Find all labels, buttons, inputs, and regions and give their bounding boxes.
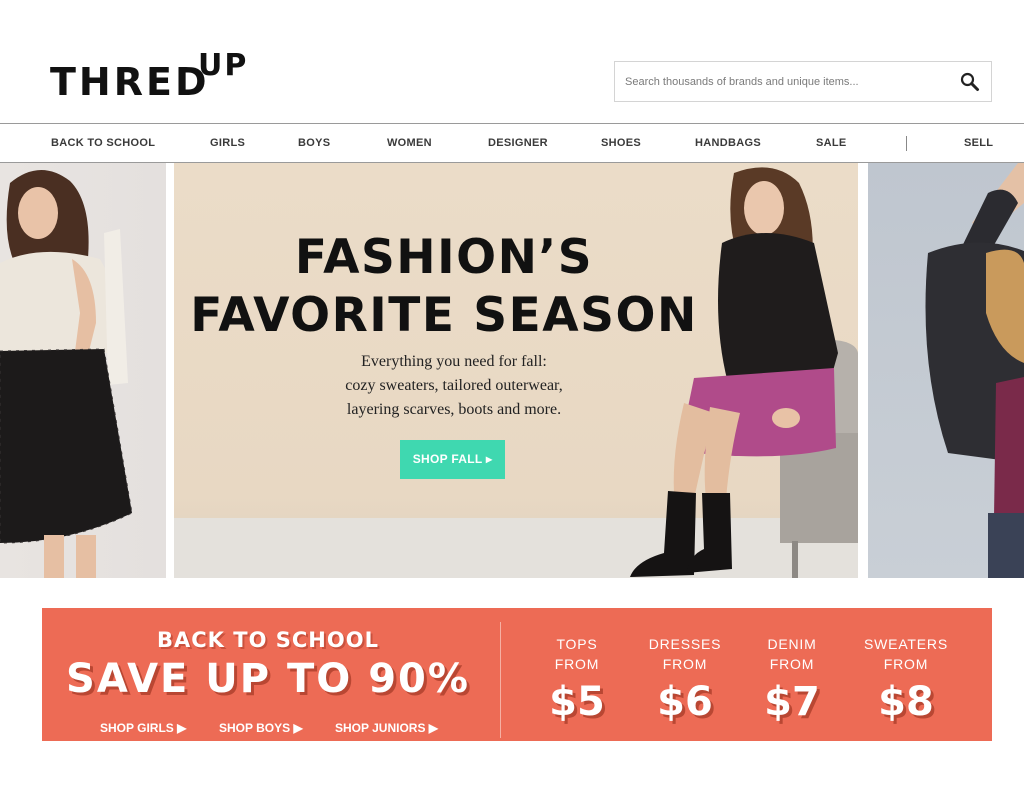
nav-designer[interactable]: DESIGNER [488, 137, 548, 149]
category-from: FROM [883, 656, 929, 672]
nav-divider [906, 136, 907, 151]
logo-wordmark: THRED [50, 60, 210, 104]
nav-women[interactable]: WOMEN [387, 137, 432, 149]
search-bar [614, 61, 992, 102]
model-right-photo [925, 163, 1024, 578]
nav-sell[interactable]: SELL [964, 137, 993, 149]
hero-subtitle-line-2: cozy sweaters, tailored outerwear, [345, 377, 563, 394]
category-price: $6 [657, 679, 713, 725]
category-from: FROM [769, 656, 815, 672]
nav-sale[interactable]: SALE [816, 137, 847, 149]
promo-kicker: BACK TO SCHOOL [157, 628, 379, 652]
promo-denim[interactable]: DENIM FROM $7 [742, 634, 842, 724]
nav-girls[interactable]: GIRLS [210, 137, 245, 149]
promo-headline: SAVE UP TO 90% [66, 656, 470, 702]
shop-fall-button[interactable]: SHOP FALL ▸ [400, 440, 505, 479]
shop-girls-link[interactable]: SHOP GIRLS ▶ [100, 721, 186, 735]
hero-title: FASHION’S FAVORITE SEASON [174, 229, 714, 345]
category-from: FROM [662, 656, 708, 672]
shop-boys-link[interactable]: SHOP BOYS ▶ [219, 721, 303, 735]
category-name: DENIM [767, 636, 817, 652]
hero-subtitle-line-3: layering scarves, boots and more. [346, 401, 562, 418]
logo-superscript: UP [198, 48, 249, 83]
nav-handbags[interactable]: HANDBAGS [695, 137, 761, 149]
hero-side-photo-left[interactable] [0, 163, 166, 578]
category-from: FROM [554, 656, 600, 672]
nav-back-to-school[interactable]: BACK TO SCHOOL [51, 137, 155, 149]
back-to-school-promo[interactable]: BACK TO SCHOOL SAVE UP TO 90% SHOP GIRLS… [42, 608, 992, 741]
promo-sweaters[interactable]: SWEATERS FROM $8 [856, 634, 956, 724]
shop-juniors-link[interactable]: SHOP JUNIORS ▶ [335, 721, 438, 735]
category-name: TOPS [556, 636, 598, 652]
hero-title-line-1: FASHION’S [294, 230, 594, 285]
hero-banner[interactable]: FASHION’S FAVORITE SEASON Everything you… [174, 163, 858, 578]
category-name: DRESSES [648, 636, 722, 652]
hero-side-photo-right[interactable] [868, 163, 1024, 578]
nav-shoes[interactable]: SHOES [601, 137, 641, 149]
search-input[interactable] [615, 62, 945, 101]
search-icon[interactable] [959, 71, 981, 93]
hero-subtitle: Everything you need for fall: cozy sweat… [264, 350, 644, 422]
promo-tops[interactable]: TOPS FROM $5 [527, 634, 627, 724]
nav-boys[interactable]: BOYS [298, 137, 330, 149]
main-nav: BACK TO SCHOOL GIRLS BOYS WOMEN DESIGNER… [0, 123, 1024, 163]
promo-dresses[interactable]: DRESSES FROM $6 [635, 634, 735, 724]
model-left-photo [0, 169, 133, 578]
category-price: $7 [764, 679, 820, 725]
hero-title-line-2: FAVORITE SEASON [190, 288, 698, 343]
promo-divider [500, 622, 501, 738]
category-price: $8 [878, 679, 934, 725]
category-price: $5 [549, 679, 605, 725]
hero-subtitle-line-1: Everything you need for fall: [361, 353, 547, 370]
category-name: SWEATERS [864, 636, 948, 652]
